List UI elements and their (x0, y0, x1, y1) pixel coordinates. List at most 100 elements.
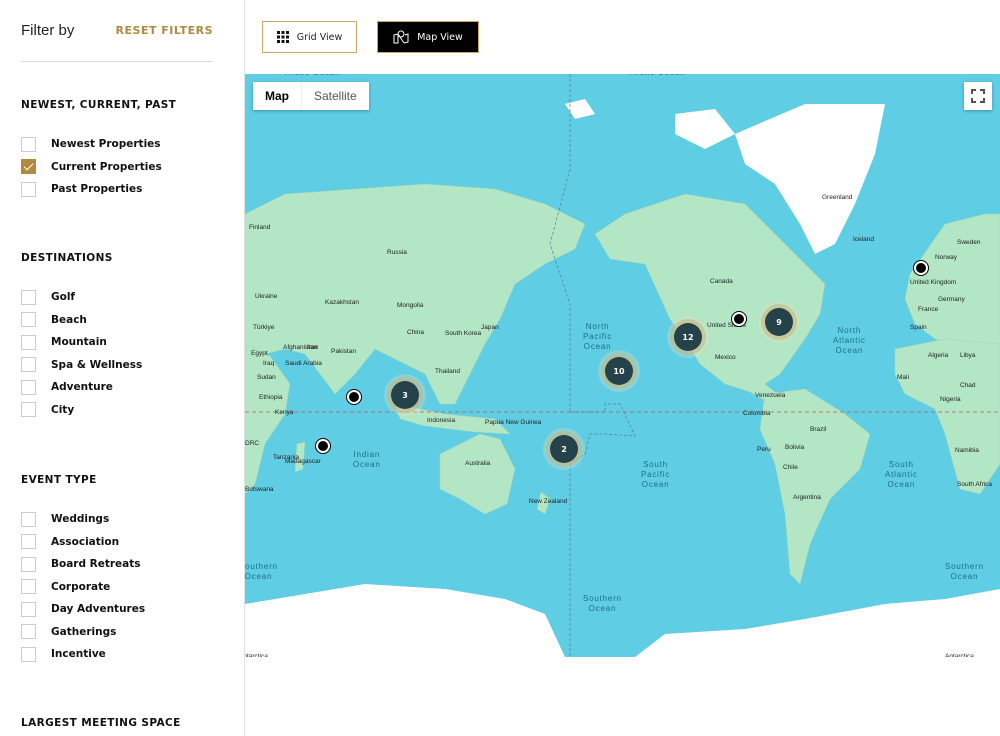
filter-option[interactable]: Current Properties (21, 158, 162, 176)
map-place-label: Iraq (263, 360, 275, 367)
filter-option-label: Newest Properties (51, 138, 161, 150)
map-type-map-button[interactable]: Map (253, 82, 301, 110)
filter-option-label: Beach (51, 313, 87, 326)
map-type-satellite-button[interactable]: Satellite (301, 82, 369, 110)
checkbox[interactable] (21, 511, 36, 527)
filter-option-label: Current Properties (51, 160, 162, 173)
grid-view-button[interactable]: Grid View (262, 21, 357, 53)
filter-option-label: Golf (51, 291, 75, 303)
filter-option[interactable]: City (21, 401, 74, 419)
australia-landmass (439, 433, 516, 515)
property-marker[interactable] (914, 261, 928, 275)
filter-option-label: Weddings (51, 513, 110, 525)
map-place-label: Chile (783, 464, 798, 471)
checkbox[interactable] (21, 601, 36, 617)
marker-cluster[interactable]: 9 (765, 308, 793, 336)
fullscreen-button[interactable] (964, 82, 992, 110)
map-view-label: Map View (417, 31, 463, 43)
checkbox[interactable] (21, 181, 36, 197)
marker-cluster[interactable]: 2 (550, 435, 578, 463)
filter-option[interactable]: Beach (21, 311, 87, 329)
map-place-label: Namibia (955, 447, 979, 454)
map-place-label: Russia (387, 249, 407, 256)
checkbox[interactable] (21, 646, 36, 662)
checkbox[interactable] (21, 402, 36, 417)
map-place-label: Saudi Arabia (285, 360, 322, 367)
property-marker[interactable] (732, 312, 746, 326)
fullscreen-icon (971, 89, 985, 103)
map-place-label: Antarctica (245, 653, 268, 657)
map-place-label: Chad (960, 382, 976, 389)
antarctica-ice (245, 584, 1000, 657)
map-type-control: Map Satellite (253, 82, 369, 110)
filter-option-label: Day Adventures (51, 603, 146, 615)
property-marker[interactable] (316, 439, 330, 453)
filter-option[interactable]: Adventure (21, 378, 113, 396)
map-place-label: Norway (935, 254, 958, 261)
map-place-label: Libya (960, 352, 976, 359)
map-pin-icon (393, 30, 409, 44)
filter-option[interactable]: Day Adventures (21, 600, 145, 618)
ocean-label: Indian Ocean (353, 450, 381, 469)
checkbox[interactable] (21, 624, 36, 639)
filter-option-label: Corporate (51, 580, 111, 593)
filter-section-title: EVENT TYPE (21, 474, 97, 486)
filter-option[interactable]: Weddings (21, 510, 109, 528)
map-place-label: Ukraine (255, 293, 278, 300)
map-place-label: Tanzania (273, 454, 300, 461)
filter-option[interactable]: Incentive (21, 645, 106, 663)
asia-landmass (245, 183, 586, 405)
checkbox[interactable] (21, 357, 36, 372)
checkbox[interactable] (21, 379, 36, 395)
checkbox[interactable] (21, 136, 36, 152)
map-place-label: Ethiopia (259, 394, 283, 401)
checkbox[interactable] (21, 289, 36, 305)
filter-option[interactable]: Mountain (21, 333, 107, 351)
map-view-button[interactable]: Map View (377, 21, 479, 53)
map-place-label: Antarctica (945, 653, 974, 657)
filter-option-label: Mountain (51, 336, 107, 348)
filter-option-label: Gatherings (51, 625, 117, 638)
map-place-label: Japan (481, 324, 499, 331)
marker-cluster[interactable]: 10 (605, 357, 633, 385)
map-place-label: Kazakhstan (325, 299, 359, 306)
checkbox[interactable] (21, 556, 36, 572)
marker-cluster[interactable]: 3 (391, 381, 419, 409)
world-map[interactable]: Map Satellite Arctic Ocean Arctic Ocean No… (245, 74, 1000, 657)
map-place-label: Algeria (928, 352, 949, 359)
map-place-label: Botswana (245, 486, 274, 493)
filter-option[interactable]: Past Properties (21, 180, 142, 198)
reset-filters-button[interactable]: RESET FILTERS (116, 24, 213, 37)
filter-sidebar: Filter by RESET FILTERS NEWEST, CURRENT,… (0, 0, 245, 736)
filter-option[interactable]: Corporate (21, 578, 110, 596)
filter-option[interactable]: Spa & Wellness (21, 356, 142, 374)
map-place-label: Peru (757, 446, 771, 453)
checkbox[interactable] (21, 534, 36, 549)
map-place-label: Thailand (435, 368, 460, 375)
checkbox[interactable] (21, 159, 36, 174)
checkbox[interactable] (21, 312, 36, 327)
map-place-label: Mongolia (397, 302, 424, 309)
checkbox[interactable] (21, 334, 36, 350)
filter-option[interactable]: Newest Properties (21, 135, 161, 153)
map-place-label: Argentina (793, 494, 821, 501)
property-marker[interactable] (347, 390, 361, 404)
filter-section-title: NEWEST, CURRENT, PAST (21, 99, 177, 111)
checkbox[interactable] (21, 579, 36, 594)
filter-option-label: Adventure (51, 381, 113, 393)
map-place-label: Nigeria (940, 396, 961, 403)
ocean-label: South Pacific Ocean (641, 460, 671, 489)
map-place-label: Canada (710, 278, 733, 285)
map-place-label: Iceland (853, 236, 874, 243)
filter-option[interactable]: Board Retreats (21, 555, 141, 573)
map-place-label: New Zealand (529, 498, 568, 505)
filter-option[interactable]: Gatherings (21, 623, 116, 641)
filter-option[interactable]: Association (21, 533, 119, 551)
arctic-islands (565, 99, 735, 149)
map-place-label: United Kingdom (910, 279, 957, 286)
filter-option[interactable]: Golf (21, 288, 75, 306)
map-place-label: Mexico (715, 354, 736, 361)
marker-cluster[interactable]: 12 (674, 323, 702, 351)
map-place-label: Australia (465, 460, 491, 467)
map-place-label: Colombia (743, 410, 771, 417)
